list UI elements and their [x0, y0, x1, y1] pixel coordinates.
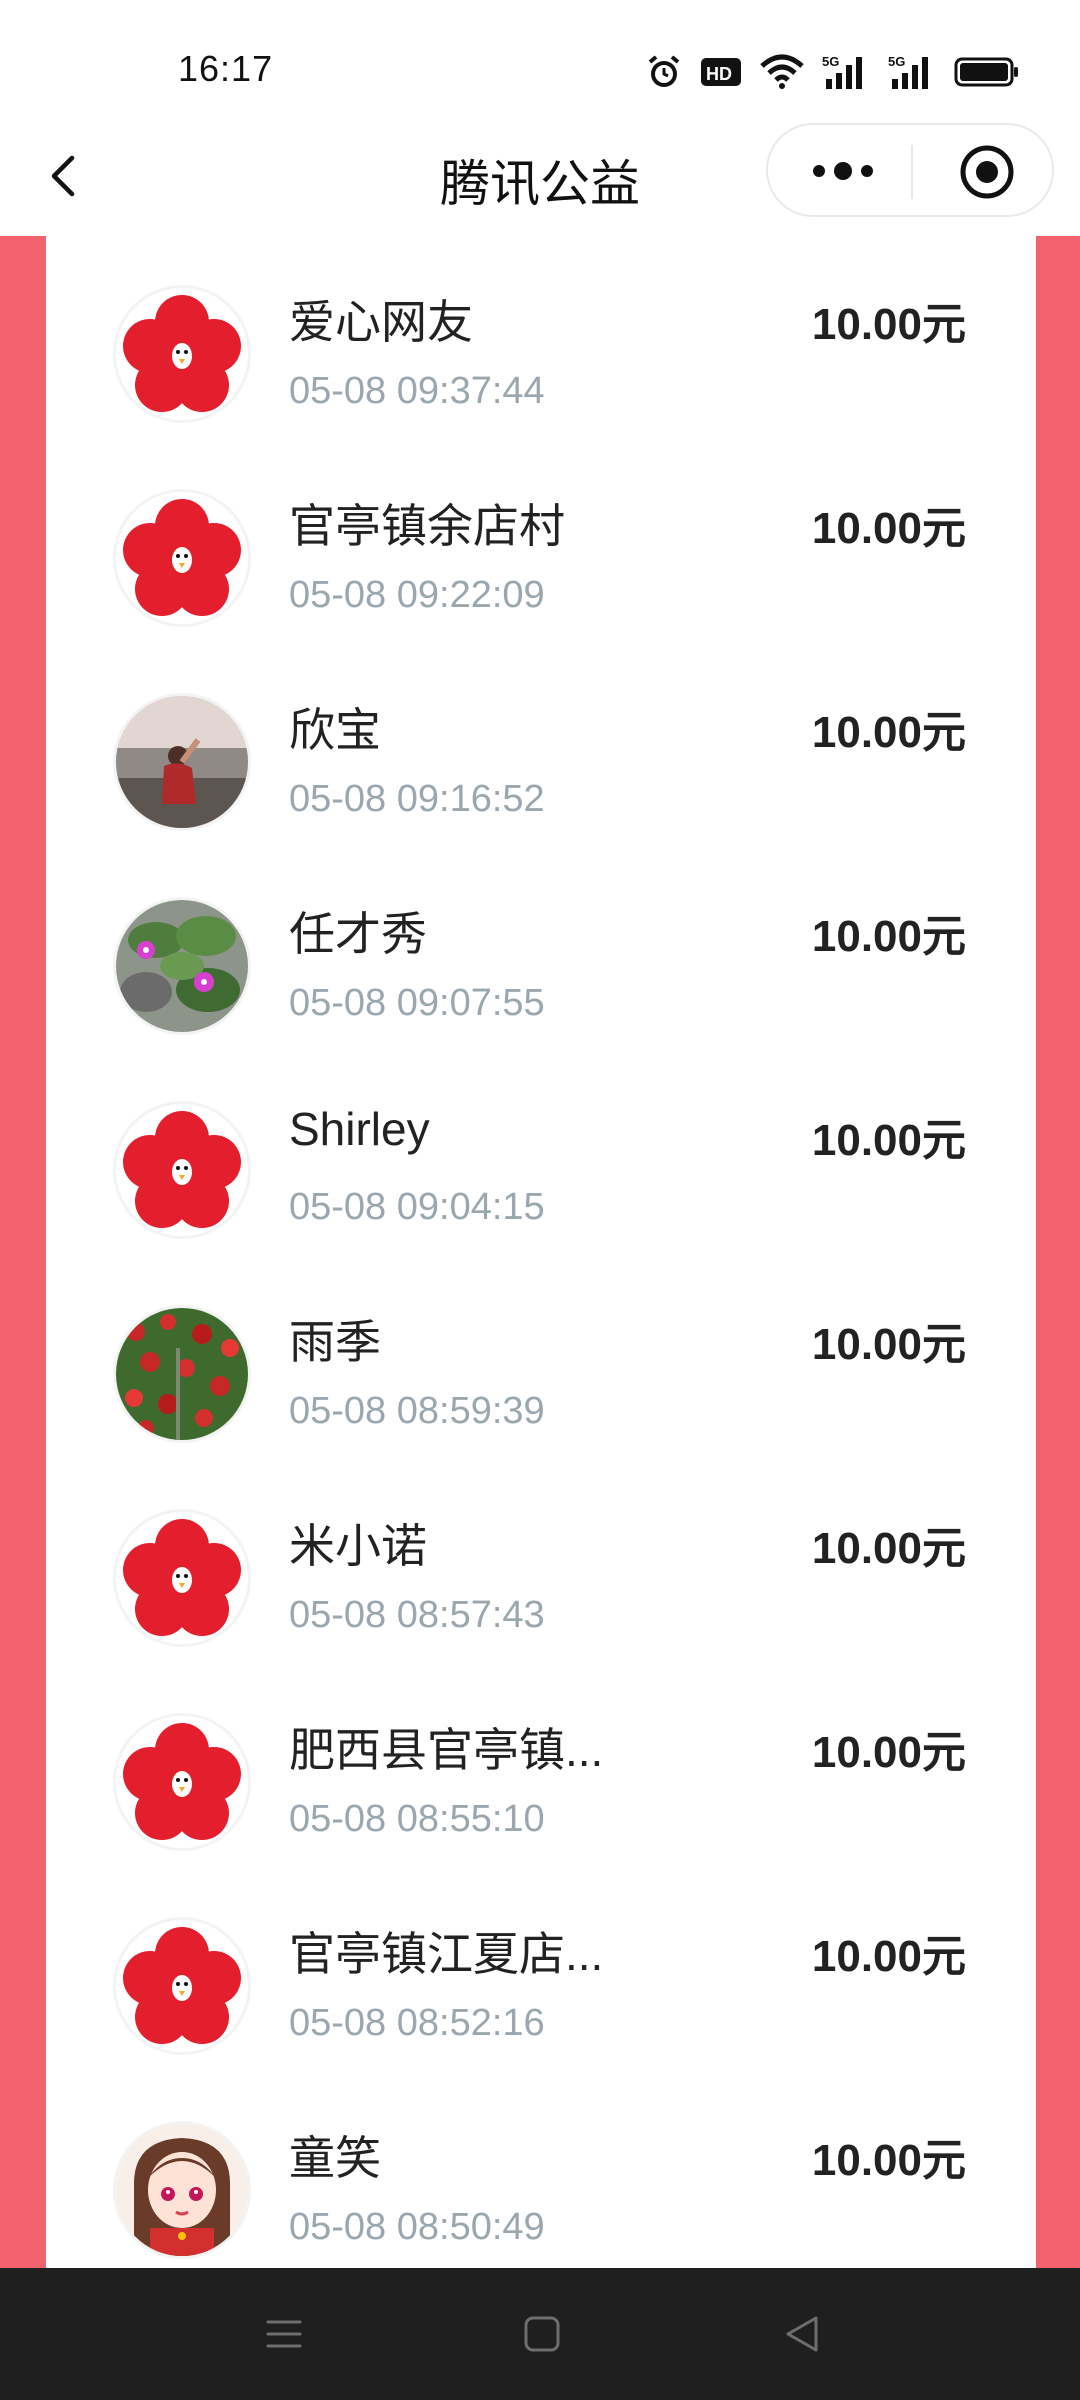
avatar: [116, 1920, 248, 2052]
donor-name: 爱心网友: [289, 296, 473, 348]
list-item[interactable]: 米小诺 05-08 08:57:43 10.00元: [46, 1460, 1036, 1664]
donor-name: 任才秀: [289, 908, 427, 960]
donation-time: 05-08 09:04:15: [289, 1186, 545, 1228]
list-item[interactable]: 任才秀 05-08 09:07:55 10.00元: [46, 848, 1036, 1052]
list-item[interactable]: 雨季 05-08 08:59:39 10.00元: [46, 1256, 1036, 1460]
nav-bar: 腾讯公益: [0, 118, 1080, 236]
donation-time: 05-08 08:55:10: [289, 1798, 545, 1840]
more-icon[interactable]: [808, 151, 878, 191]
wifi-icon: [760, 54, 804, 90]
donor-name: 官亭镇江夏店...: [289, 1928, 604, 1980]
donation-time: 05-08 08:57:43: [289, 1594, 545, 1636]
donation-amount: 10.00元: [811, 300, 966, 349]
avatar: [116, 2124, 248, 2256]
menu-icon[interactable]: [262, 2312, 306, 2356]
back-triangle-icon[interactable]: [780, 2312, 824, 2356]
list-item[interactable]: 肥西县官亭镇... 05-08 08:55:10 10.00元: [46, 1664, 1036, 1868]
miniprogram-capsule: [766, 123, 1054, 217]
list-item[interactable]: 童笑 05-08 08:50:49 10.00元: [46, 2072, 1036, 2268]
list-item[interactable]: Shirley 05-08 09:04:15 10.00元: [46, 1052, 1036, 1256]
donation-time: 05-08 08:59:39: [289, 1390, 545, 1432]
donation-time: 05-08 09:07:55: [289, 982, 545, 1024]
donation-amount: 10.00元: [811, 1320, 966, 1369]
avatar: [116, 1716, 248, 1848]
svg-text:5G: 5G: [822, 54, 839, 69]
donor-name: 童笑: [289, 2132, 381, 2184]
list-item[interactable]: 官亭镇江夏店... 05-08 08:52:16 10.00元: [46, 1868, 1036, 2072]
avatar: [116, 1104, 248, 1236]
donor-name: Shirley: [289, 1103, 430, 1155]
status-icons: HD 5G 5G: [646, 50, 1020, 94]
list-item[interactable]: 爱心网友 05-08 09:37:44 10.00元: [46, 236, 1036, 440]
avatar: [116, 288, 248, 420]
donor-name: 欣宝: [289, 704, 381, 756]
donation-amount: 10.00元: [811, 504, 966, 553]
status-time: 16:17: [178, 48, 274, 89]
avatar: [116, 492, 248, 624]
donation-amount: 10.00元: [811, 1728, 966, 1777]
donation-amount: 10.00元: [811, 2136, 966, 2185]
signal-5g-icon: 5G: [822, 53, 870, 91]
avatar: [116, 900, 248, 1032]
avatar: [116, 1512, 248, 1644]
donation-amount: 10.00元: [811, 1116, 966, 1165]
donation-time: 05-08 08:50:49: [289, 2206, 545, 2248]
hd-icon: HD: [700, 56, 742, 88]
signal-5g-icon: 5G: [888, 53, 936, 91]
list-item[interactable]: 欣宝 05-08 09:16:52 10.00元: [46, 644, 1036, 848]
list-item[interactable]: 官亭镇余店村 05-08 09:22:09 10.00元: [46, 440, 1036, 644]
alarm-icon: [646, 54, 682, 90]
donor-name: 米小诺: [289, 1520, 427, 1572]
close-miniprogram-icon[interactable]: [958, 143, 1016, 201]
capsule-divider: [911, 145, 913, 199]
donor-name: 官亭镇余店村: [289, 500, 565, 552]
donation-amount: 10.00元: [811, 1932, 966, 1981]
svg-text:HD: HD: [706, 64, 732, 84]
home-icon[interactable]: [520, 2312, 564, 2356]
donation-list: 爱心网友 05-08 09:37:44 10.00元 官亭镇余店村 05-08 …: [46, 236, 1036, 2268]
donation-time: 05-08 09:16:52: [289, 778, 545, 820]
avatar: [116, 696, 248, 828]
donation-time: 05-08 09:37:44: [289, 370, 545, 412]
donation-amount: 10.00元: [811, 708, 966, 757]
avatar: [116, 1308, 248, 1440]
donation-amount: 10.00元: [811, 912, 966, 961]
donation-time: 05-08 09:22:09: [289, 574, 545, 616]
svg-text:5G: 5G: [888, 54, 905, 69]
donor-name: 肥西县官亭镇...: [289, 1724, 604, 1776]
donor-name: 雨季: [289, 1316, 381, 1368]
donation-amount: 10.00元: [811, 1524, 966, 1573]
battery-icon: [954, 56, 1020, 88]
donation-time: 05-08 08:52:16: [289, 2002, 545, 2044]
system-nav-bar: [0, 2268, 1080, 2400]
